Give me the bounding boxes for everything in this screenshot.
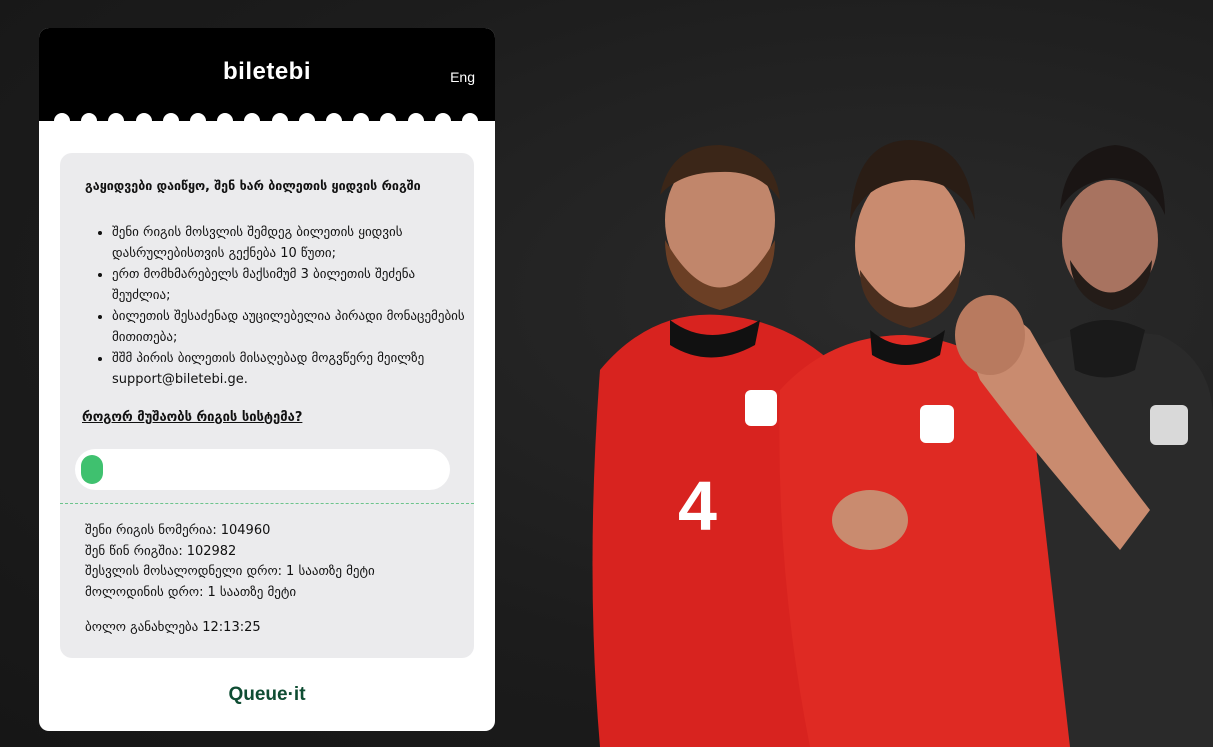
- last-updated-label: ბოლო განახლება: [85, 620, 199, 635]
- queue-progress-fill: [81, 455, 103, 484]
- scallop: [108, 113, 125, 129]
- scallop: [217, 113, 234, 129]
- wait-time-value: 1 საათზე მეტი: [207, 584, 297, 600]
- scallop: [407, 113, 424, 129]
- rule-item: ერთ მომხმარებელს მაქსიმუმ 3 ბილეთის შეძე…: [112, 264, 472, 306]
- last-updated-value: 12:13:25: [202, 620, 261, 635]
- scallop: [298, 113, 315, 129]
- svg-text:4: 4: [678, 467, 717, 545]
- scallop: [190, 113, 206, 129]
- wait-time-row: მოლოდინის დრო: 1 საათზე მეტი: [85, 583, 375, 604]
- rule-item: შენი რიგის მოსვლის შემდეგ ბილეთის ყიდვის…: [112, 222, 472, 264]
- biletebi-logo[interactable]: biletebi: [39, 58, 495, 86]
- queue-title: გაყიდვები დაიწყო, შენ ხარ ბილეთის ყიდვის…: [85, 178, 421, 193]
- queue-info: შენი რიგის ნომერია: 104960 შენ წინ რიგშია…: [85, 521, 375, 603]
- queue-number-value: 104960: [220, 523, 271, 538]
- scallop: [81, 113, 98, 129]
- hero-players-image: 4: [592, 140, 1213, 747]
- ticket-edge: [39, 113, 495, 129]
- scallop: [326, 113, 342, 129]
- scallop: [135, 113, 152, 129]
- wait-time-label: მოლოდინის დრო:: [85, 584, 204, 600]
- ahead-value: 102982: [186, 543, 237, 559]
- scallop: [462, 113, 478, 129]
- queue-card: biletebi Eng გაყიდვები დაიწყო, შენ ხარ ბ…: [39, 28, 495, 731]
- expected-time-label: შესვლის მოსალოდნელი დრო:: [85, 564, 283, 579]
- rule-item: ბილეთის შესაძენად აუცილებელია პირადი მონ…: [112, 306, 472, 348]
- queue-progress-bar: [75, 449, 450, 490]
- scallop: [353, 113, 370, 129]
- scallop: [434, 113, 451, 129]
- queue-number-label: შენი რიგის ნომერია:: [85, 523, 217, 538]
- expected-time-row: შესვლის მოსალოდნელი დრო: 1 საათზე მეტი: [85, 562, 375, 583]
- queue-panel: გაყიდვები დაიწყო, შენ ხარ ბილეთის ყიდვის…: [60, 153, 474, 658]
- last-updated: ბოლო განახლება 12:13:25: [85, 620, 261, 635]
- expected-time-value: 1 საათზე მეტი: [286, 564, 375, 579]
- rule-item: შშმ პირის ბილეთის მისაღებად მოგვწერე მეი…: [112, 348, 472, 390]
- card-header: biletebi Eng: [39, 28, 495, 129]
- ahead-label: შენ წინ რიგშია:: [85, 543, 183, 559]
- queue-rules-list: შენი რიგის მოსვლის შემდეგ ბილეთის ყიდვის…: [87, 222, 472, 390]
- scallop: [380, 113, 397, 129]
- scallop: [271, 113, 288, 129]
- queue-it-logo[interactable]: Queue·it: [39, 684, 495, 706]
- divider: [60, 503, 474, 504]
- how-queue-works-link[interactable]: როგორ მუშაობს რიგის სისტემა?: [82, 410, 302, 425]
- queue-number-row: შენი რიგის ნომერია: 104960: [85, 521, 375, 542]
- language-switch[interactable]: Eng: [450, 69, 475, 85]
- scallop: [244, 113, 261, 129]
- scallop: [54, 113, 70, 129]
- scallop: [162, 113, 179, 129]
- ahead-row: შენ წინ რიგშია: 102982: [85, 542, 375, 563]
